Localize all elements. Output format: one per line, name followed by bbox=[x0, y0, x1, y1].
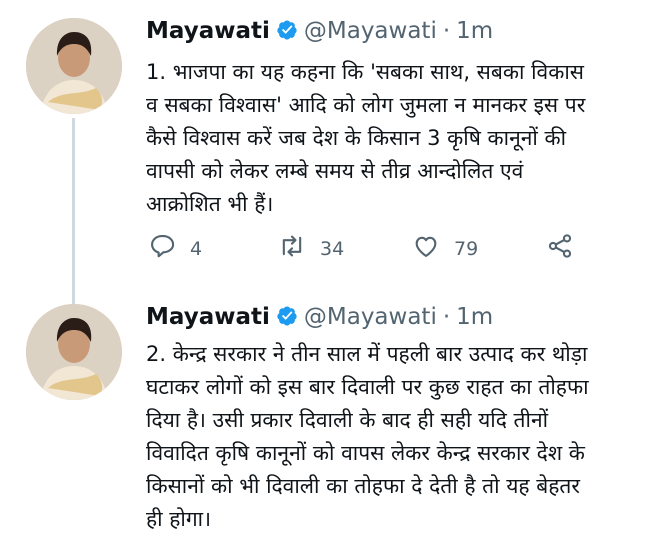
separator-dot: · bbox=[442, 18, 451, 44]
tweet-1[interactable]: Mayawati @Mayawati · 1m 1. भाजपा का यह कहना… bbox=[0, 0, 650, 300]
share-icon bbox=[546, 232, 574, 265]
tweet-header: Mayawati @Mayawati · 1m bbox=[146, 302, 493, 332]
author-handle[interactable]: @Mayawati bbox=[304, 18, 437, 44]
like-icon bbox=[412, 232, 440, 265]
retweet-icon bbox=[278, 232, 306, 265]
reply-icon bbox=[148, 232, 176, 265]
verified-badge-icon bbox=[276, 305, 298, 327]
tweet-2[interactable]: Mayawati @Mayawati · 1m 2. केन्द्र सरकार ने… bbox=[0, 290, 650, 540]
tweet-text-line: विवादित कृषि कानूनों को वापस लेकर केन्द्… bbox=[146, 441, 585, 465]
avatar[interactable] bbox=[26, 304, 122, 400]
tweet-text-line: ही होगा। bbox=[146, 507, 212, 531]
tweet-text-line: कैसे विश्वास करें जब देश के किसान 3 कृषि… bbox=[146, 126, 567, 150]
tweet-text-line: दिया है। उसी प्रकार दिवाली के बाद ही सही… bbox=[146, 408, 549, 432]
tweet-text: 1. भाजपा का यह कहना कि 'सबका साथ, सबका व… bbox=[146, 56, 650, 221]
reply-count: 4 bbox=[190, 237, 203, 260]
tweet-text-line: व सबका विश्वास' आदि को लोग जुमला न मानकर… bbox=[146, 93, 586, 117]
tweet-text-line: 1. भाजपा का यह कहना कि 'सबका साथ, सबका व… bbox=[146, 60, 584, 84]
timestamp[interactable]: 1m bbox=[456, 18, 493, 44]
tweet-header: Mayawati @Mayawati · 1m bbox=[146, 16, 493, 46]
reply-button[interactable]: 4 bbox=[148, 232, 202, 265]
separator-dot: · bbox=[442, 304, 451, 330]
tweet-text-line: किसानों को भी दिवाली का तोहफा दे देती है… bbox=[146, 474, 580, 498]
avatar[interactable] bbox=[26, 18, 122, 114]
like-count: 79 bbox=[454, 237, 479, 260]
tweet-text-line: 2. केन्द्र सरकार ने तीन साल में पहली बार… bbox=[146, 342, 588, 366]
tweet-text: 2. केन्द्र सरकार ने तीन साल में पहली बार… bbox=[146, 338, 650, 536]
tweet-text-line: आक्रोशित भी हैं। bbox=[146, 192, 274, 216]
tweet-text-line: घटाकर लोगों को इस बार दिवाली पर कुछ राहत… bbox=[146, 375, 589, 399]
author-name[interactable]: Mayawati bbox=[146, 304, 270, 330]
author-name[interactable]: Mayawati bbox=[146, 18, 270, 44]
retweet-count: 34 bbox=[320, 237, 345, 260]
verified-badge-icon bbox=[276, 19, 298, 41]
author-handle[interactable]: @Mayawati bbox=[304, 304, 437, 330]
share-button[interactable] bbox=[546, 232, 574, 265]
retweet-button[interactable]: 34 bbox=[278, 232, 344, 265]
tweet-text-line: वापसी को लेकर लम्बे समय से तीव्र आन्दोलि… bbox=[146, 159, 524, 183]
like-button[interactable]: 79 bbox=[412, 232, 478, 265]
timestamp[interactable]: 1m bbox=[456, 304, 493, 330]
tweet-actions: 4 34 79 bbox=[146, 232, 606, 262]
